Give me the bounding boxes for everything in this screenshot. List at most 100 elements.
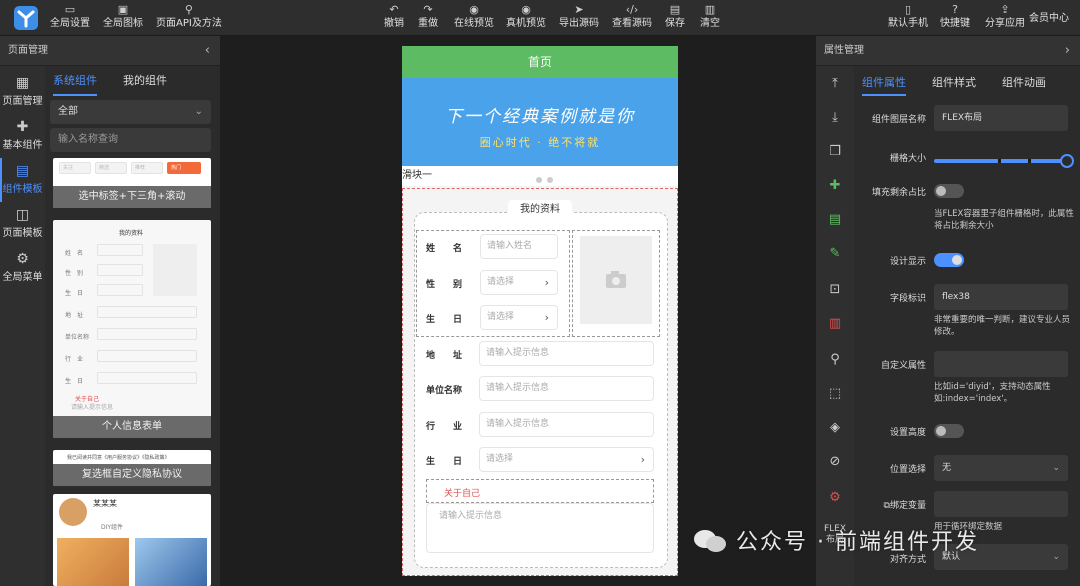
category-select[interactable]: 全部 ⌄: [50, 100, 211, 124]
right-toolstrip: ⤒ ⤓ ❐ ✚ ▤ ✎ ⊡ ▥ ⚲ ⬚ ◈ ⊘ ⚙ FLEX 布局: [816, 66, 854, 586]
mini-label: 行 业: [65, 356, 84, 363]
mini-button: 推荐: [131, 162, 163, 174]
code-icon: ‹/›: [625, 3, 639, 16]
undo-button[interactable]: ↶ 撤销: [384, 4, 404, 31]
company-input[interactable]: 请输入提示信息: [479, 376, 654, 401]
tab-my-components[interactable]: 我的组件: [123, 70, 167, 96]
chevron-down-icon: ⌄: [194, 106, 203, 117]
save-icon: ▤: [669, 3, 681, 16]
tab-component-style[interactable]: 组件样式: [932, 74, 976, 96]
collapse-left-icon[interactable]: ‹: [205, 36, 210, 66]
gear-icon[interactable]: ⚙: [816, 490, 854, 505]
template-card-privacy-checkbox[interactable]: 我已阅读并同意《用户服务协议》《隐私政策》 复选框自定义隐私协议: [53, 450, 211, 486]
gear-icon: ⚙: [16, 251, 29, 267]
name-input[interactable]: 请输入姓名: [480, 234, 558, 259]
birthday-select[interactable]: 请选择 ›: [480, 305, 558, 330]
position-select[interactable]: 无 ⌄: [934, 455, 1068, 481]
copy-icon[interactable]: ❐: [816, 144, 854, 159]
design-show-toggle[interactable]: [934, 253, 964, 267]
puzzle-icon[interactable]: ✚: [816, 178, 854, 193]
template-card-tabs[interactable]: 关注 精选 推荐 热门 选中标签+下三角+滚动: [53, 158, 211, 208]
sidebar-item-basic-components[interactable]: ✚ 基本组件: [0, 118, 45, 160]
address-input[interactable]: 请输入提示信息: [479, 341, 654, 366]
share-app-button[interactable]: ⇪ 分享应用: [985, 4, 1025, 31]
search-input[interactable]: 输入名称查询: [50, 128, 211, 152]
mini-agreement-text: 我已阅读并同意《用户服务协议》《隐私政策》: [67, 455, 170, 461]
shortcuts-button[interactable]: ? 快捷键: [940, 4, 970, 31]
layer-name-input[interactable]: FLEX布局: [934, 105, 1068, 131]
mini-input: [97, 328, 197, 340]
mini-label: 生 日: [65, 290, 84, 297]
select-area-icon[interactable]: ⬚: [816, 386, 854, 401]
custom-attr-input[interactable]: [934, 351, 1068, 377]
mini-label: 姓 名: [65, 250, 84, 257]
template-card-profile-form[interactable]: 我的资料 姓 名 性 别 生 日 地 址 单位名称 行 业 生 日 关于自己 请…: [53, 220, 211, 438]
mini-input: [97, 264, 143, 276]
mini-label: 性 别: [65, 270, 84, 277]
custom-attr-label: 自定义属性: [880, 361, 926, 371]
tab-component-props[interactable]: 组件属性: [862, 74, 906, 96]
grid-size-slider[interactable]: [934, 154, 1074, 168]
collapse-right-icon[interactable]: ›: [1065, 36, 1070, 66]
slider-knob[interactable]: [1060, 154, 1074, 168]
sidebar-item-page-templates[interactable]: ◫ 页面模板: [0, 206, 45, 248]
clear-button[interactable]: ▥ 清空: [700, 4, 720, 31]
template-card-user-gallery[interactable]: 某某某 DIY组件: [53, 494, 211, 586]
device-preview-button[interactable]: ◉ 真机预览: [506, 4, 546, 31]
gallery-image: [57, 538, 129, 586]
tab-component-animation[interactable]: 组件动画: [1002, 74, 1046, 96]
mini-input: [97, 372, 197, 384]
global-settings-button[interactable]: ▭ 全局设置: [50, 4, 90, 31]
bind-var-input[interactable]: [934, 491, 1068, 517]
delete-icon[interactable]: ▥: [816, 316, 854, 331]
save-button[interactable]: ▤ 保存: [665, 4, 685, 31]
sidebar-item-global-menu[interactable]: ⚙ 全局菜单: [0, 250, 45, 292]
sidebar-item-component-templates[interactable]: ▤ 组件模板: [0, 158, 45, 204]
edit-document-icon[interactable]: ✎: [816, 246, 854, 261]
toggle-knob: [952, 255, 962, 265]
online-preview-button[interactable]: ◉ 在线预览: [454, 4, 494, 31]
sidebar-item-page-manage[interactable]: ▦ 页面管理: [0, 74, 45, 116]
hide-icon[interactable]: ⊘: [816, 454, 854, 469]
banner-swiper[interactable]: 下一个经典案例就是你 圈心时代 · 绝不将就: [402, 78, 678, 166]
redo-button[interactable]: ↷ 重做: [418, 4, 438, 31]
puzzle-icon: ✚: [16, 119, 29, 135]
move-bottom-icon[interactable]: ⤓: [816, 110, 854, 125]
global-icons-button[interactable]: ▣ 全局图标: [103, 4, 143, 31]
mini-label: 地 址: [65, 312, 84, 319]
left-panel-main: 系统组件 我的组件 全部 ⌄ 输入名称查询 关注 精选 推荐 热门 选中标签+下三…: [45, 66, 220, 586]
fill-ratio-toggle[interactable]: [934, 184, 964, 198]
field-id-input[interactable]: flex38: [934, 284, 1068, 310]
view-source-button[interactable]: ‹/› 查看源码: [612, 4, 652, 31]
eye-icon: ◉: [521, 3, 531, 16]
company-label: 单位名称: [426, 386, 463, 396]
tab-system-components[interactable]: 系统组件: [53, 70, 97, 96]
plug-icon: ⚲: [184, 3, 193, 16]
industry-input[interactable]: 请输入提示信息: [479, 412, 654, 437]
swiper-dot[interactable]: [547, 177, 553, 183]
card-caption: 选中标签+下三角+滚动: [53, 186, 211, 208]
birthday2-select[interactable]: 请选择 ›: [479, 447, 654, 472]
page-api-button[interactable]: ⚲ 页面API及方法: [156, 4, 222, 31]
export-source-button[interactable]: ➤ 导出源码: [559, 4, 599, 31]
redo-icon: ↷: [423, 3, 433, 16]
link-icon[interactable]: ⚲: [816, 352, 854, 367]
photo-upload[interactable]: [580, 236, 652, 324]
default-phone-button[interactable]: ▯ 默认手机: [888, 4, 928, 31]
mini-label: 生 日: [65, 378, 84, 385]
chevron-right-icon: ›: [544, 311, 549, 324]
layer-name-label: 组件图层名称: [871, 115, 926, 125]
about-textarea[interactable]: 请输入提示信息: [426, 503, 654, 553]
set-height-toggle[interactable]: [934, 424, 964, 438]
swiper-dot[interactable]: [536, 177, 542, 183]
move-top-icon[interactable]: ⤒: [816, 76, 854, 91]
birthday2-label: 生 日: [426, 457, 463, 467]
address-label: 地 址: [426, 351, 463, 361]
banner-headline: 下一个经典案例就是你: [445, 107, 635, 127]
document-icon[interactable]: ▤: [816, 212, 854, 227]
layers-icon[interactable]: ◈: [816, 420, 854, 435]
member-center-button[interactable]: 会员中心: [1029, 12, 1069, 26]
gender-label: 性 别: [426, 280, 463, 290]
unlock-icon[interactable]: ⊡: [816, 282, 854, 297]
gender-select[interactable]: 请选择 ›: [480, 270, 558, 295]
